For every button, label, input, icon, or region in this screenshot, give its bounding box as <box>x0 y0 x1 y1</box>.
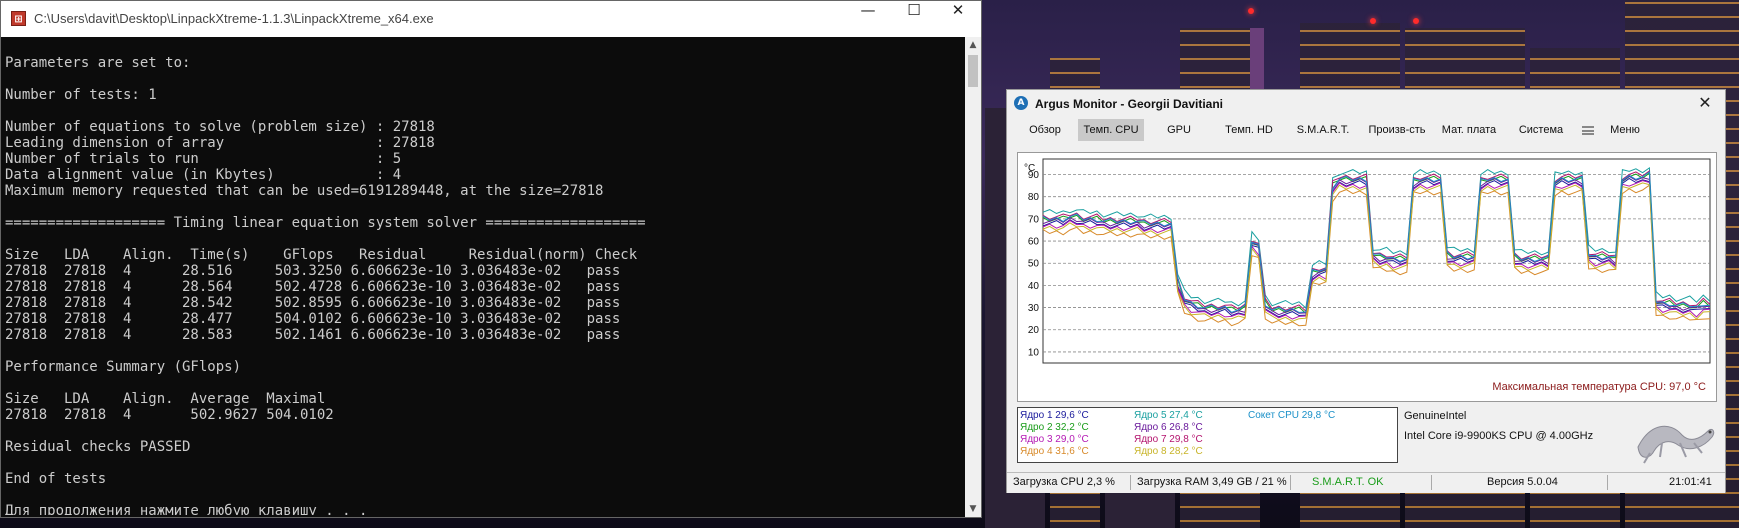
console-line: Parameters are set to: <box>5 55 191 71</box>
y-tick-label: 50 <box>1028 259 1040 270</box>
y-tick-label: 60 <box>1028 237 1040 248</box>
argus-close-button[interactable]: ✕ <box>1693 92 1717 114</box>
console-line: Maximum memory requested that can be use… <box>5 183 604 199</box>
tab-3[interactable]: Темп. HD <box>1214 119 1284 141</box>
tab-label: GPU <box>1167 124 1191 136</box>
status-separator <box>1130 475 1131 490</box>
console-line: Residual checks PASSED <box>5 439 191 455</box>
red-light <box>1370 18 1376 24</box>
argus-app-icon: A <box>1014 96 1028 110</box>
tab-0[interactable]: Обзор <box>1014 119 1076 141</box>
status-version: Версия 5.0.04 <box>1487 476 1558 488</box>
console-line: End of tests <box>5 471 107 487</box>
console-scrollbar[interactable]: ▲ ▼ <box>965 37 981 517</box>
scrollbar-thumb[interactable] <box>968 55 978 87</box>
cpu-model: Intel Core i9-9900KS CPU @ 4.00GHz <box>1404 430 1594 442</box>
tab-label: Мат. плата <box>1441 124 1497 136</box>
red-light <box>1413 18 1419 24</box>
close-button[interactable]: ✕ <box>935 1 981 37</box>
y-tick-label: 10 <box>1028 347 1040 358</box>
legend-entry: Ядро 2 32,2 °C <box>1020 422 1089 433</box>
console-output[interactable]: Parameters are set to: Number of tests: … <box>5 55 960 515</box>
cpu-temperature-chart: °C 10 20 30 40 50 60 70 80 90 Максимальная темпера… <box>1017 152 1717 402</box>
maximize-button[interactable]: ☐ <box>891 1 937 37</box>
y-tick-label: 70 <box>1028 214 1040 225</box>
argus-window-title: Argus Monitor - Georgii Davitiani <box>1035 97 1224 111</box>
red-light <box>1248 8 1254 14</box>
tab-7[interactable]: Система <box>1506 119 1576 141</box>
tab-6[interactable]: Мат. плата <box>1434 119 1504 141</box>
console-line: 27818 27818 4 28.564 502.4728 6.606623e-… <box>5 279 621 295</box>
console-line: 27818 27818 4 28.516 503.3250 6.606623e-… <box>5 263 621 279</box>
legend-entry: Ядро 1 29,6 °C <box>1020 410 1089 421</box>
console-line: Leading dimension of array : 27818 <box>5 135 435 151</box>
console-line: Для продолжения нажмите любую клавишу . … <box>5 503 368 515</box>
status-separator <box>1431 475 1432 490</box>
tab-label: Обзор <box>1029 124 1061 136</box>
tab-label: Темп. HD <box>1225 124 1273 136</box>
minimize-button[interactable]: — <box>845 1 891 37</box>
scroll-down-arrow-icon[interactable]: ▼ <box>965 501 981 517</box>
status-ram-load: Загрузка RAM 3,49 GB / 21 % <box>1137 476 1287 488</box>
y-tick-label: 20 <box>1028 325 1040 336</box>
console-line: Size LDA Align. Average Maximal <box>5 391 326 407</box>
temperature-legend: Ядро 1 29,6 °C Ядро 2 32,2 °C Ядро 3 29,0 … <box>1017 407 1398 463</box>
status-smart: S.M.A.R.T. OK <box>1312 476 1384 488</box>
console-line: Size LDA Align. Time(s) GFlops Residual … <box>5 247 638 263</box>
console-window: ⊞ C:\Users\davit\Desktop\LinpackXtreme-1… <box>0 0 982 518</box>
argus-lizard-logo-icon <box>1637 425 1715 464</box>
console-line: Number of tests: 1 <box>5 87 157 103</box>
tab-1[interactable]: Темп. CPU <box>1078 119 1144 141</box>
y-tick-label: 80 <box>1028 192 1040 203</box>
tower <box>1250 28 1264 98</box>
tab-label: Темп. CPU <box>1083 124 1139 136</box>
tab-menu[interactable]: Меню <box>1578 119 1650 141</box>
argus-monitor-window: A Argus Monitor - Georgii Davitiani ✕ Об… <box>1006 89 1726 493</box>
tab-label: Система <box>1518 124 1564 136</box>
scroll-up-arrow-icon[interactable]: ▲ <box>965 37 981 53</box>
legend-entry: Ядро 3 29,0 °C <box>1020 434 1089 445</box>
console-line: =================== Timing linear equati… <box>5 215 646 231</box>
status-time: 21:01:41 <box>1669 476 1712 488</box>
tab-label: S.M.A.R.T. <box>1296 124 1350 136</box>
legend-entry: Ядро 5 27,4 °C <box>1134 410 1203 421</box>
y-tick-label: 30 <box>1028 303 1040 314</box>
tab-label: Произв-сть <box>1368 124 1426 136</box>
max-temperature-label: Максимальная температура CPU: 97,0 °C <box>1492 381 1706 393</box>
console-line: 27818 27818 4 502.9627 504.0102 <box>5 407 334 423</box>
console-window-title: C:\Users\davit\Desktop\LinpackXtreme-1.1… <box>34 11 434 26</box>
y-tick-label: 90 <box>1028 170 1040 181</box>
tab-label: Меню <box>1610 124 1640 136</box>
console-app-icon[interactable]: ⊞ <box>11 11 26 26</box>
status-cpu-load: Загрузка CPU 2,3 % <box>1013 476 1115 488</box>
status-separator <box>1607 475 1608 490</box>
menu-hamburger-icon <box>1582 126 1594 135</box>
argus-status-bar: Загрузка CPU 2,3 % Загрузка RAM 3,49 GB … <box>1007 472 1725 493</box>
legend-entry: Ядро 7 29,8 °C <box>1134 434 1203 445</box>
tab-4[interactable]: S.M.A.R.T. <box>1286 119 1360 141</box>
console-line: 27818 27818 4 28.477 504.0102 6.606623e-… <box>5 311 621 327</box>
y-tick-label: 40 <box>1028 281 1040 292</box>
legend-entry: Ядро 8 28,2 °C <box>1134 446 1203 457</box>
legend-entry: Ядро 6 26,8 °C <box>1134 422 1203 433</box>
temperature-chart-svg: °C102030405060708090Максимальная темпера… <box>1024 158 1711 393</box>
tab-5[interactable]: Произв-сть <box>1362 119 1432 141</box>
console-title-bar[interactable]: ⊞ C:\Users\davit\Desktop\LinpackXtreme-1… <box>1 1 981 37</box>
console-line: Number of equations to solve (problem si… <box>5 119 435 135</box>
tab-2[interactable]: GPU <box>1146 119 1212 141</box>
cpu-vendor: GenuineIntel <box>1404 410 1467 422</box>
legend-entry: Ядро 4 31,6 °C <box>1020 446 1089 457</box>
status-separator <box>1290 475 1291 490</box>
console-line: 27818 27818 4 28.583 502.1461 6.606623e-… <box>5 327 621 343</box>
legend-entry: Сокет CPU 29,8 °C <box>1248 410 1336 421</box>
console-line: 27818 27818 4 28.542 502.8595 6.606623e-… <box>5 295 621 311</box>
console-line: Performance Summary (GFlops) <box>5 359 242 375</box>
console-line: Data alignment value (in Kbytes) : 4 <box>5 167 402 183</box>
console-line: Number of trials to run : 5 <box>5 151 402 167</box>
